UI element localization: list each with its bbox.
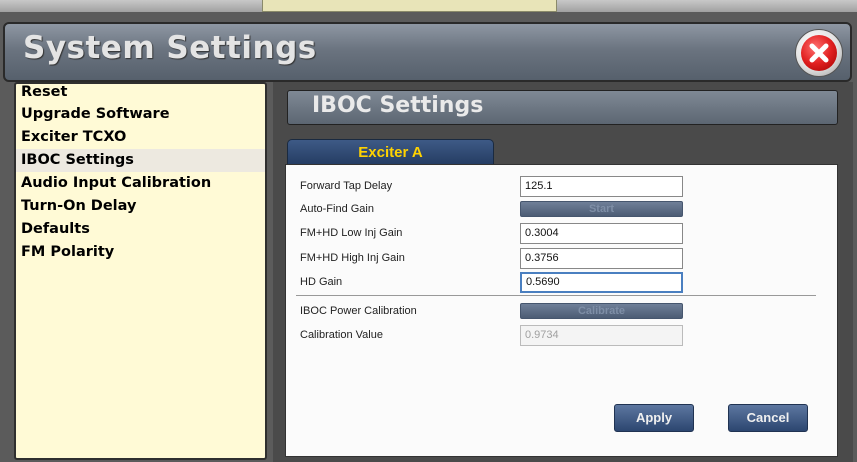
settings-sidebar: Reset Upgrade Software Exciter TCXO IBOC… xyxy=(14,82,267,460)
page-title: IBOC Settings xyxy=(312,93,484,118)
section-divider xyxy=(296,295,816,296)
iboc-power-calibration-label: IBOC Power Calibration xyxy=(300,305,417,317)
page-header: IBOC Settings xyxy=(287,90,838,125)
hd-gain-input[interactable]: 0.5690 xyxy=(520,272,683,293)
sidebar-item-turn-on-delay[interactable]: Turn-On Delay xyxy=(16,195,265,218)
fm-hd-low-inj-gain-input[interactable]: 0.3004 xyxy=(520,223,683,244)
sidebar-item-exciter-tcxo[interactable]: Exciter TCXO xyxy=(16,126,265,149)
forward-tap-delay-input[interactable]: 125.1 xyxy=(520,176,683,197)
fm-hd-high-inj-gain-label: FM+HD High Inj Gain xyxy=(300,252,405,264)
forward-tap-delay-label: Forward Tap Delay xyxy=(300,180,393,192)
start-button[interactable]: Start xyxy=(520,201,683,217)
tab-exciter-a[interactable]: Exciter A xyxy=(287,139,494,165)
cancel-button[interactable]: Cancel xyxy=(728,404,808,432)
title-bar: System Settings xyxy=(3,22,852,82)
hd-gain-label: HD Gain xyxy=(300,276,343,288)
sidebar-item-upgrade-software[interactable]: Upgrade Software xyxy=(16,103,265,126)
close-button[interactable] xyxy=(795,29,843,77)
calibration-value-label: Calibration Value xyxy=(300,329,383,341)
window-title: System Settings xyxy=(23,30,317,66)
system-settings-window: System Settings Reset Upgrade Software E… xyxy=(0,12,857,462)
content-area: IBOC Settings Exciter A Forward Tap Dela… xyxy=(273,82,853,462)
iboc-settings-panel: Forward Tap Delay 125.1 Auto-Find Gain S… xyxy=(285,164,838,457)
sidebar-item-iboc-settings[interactable]: IBOC Settings xyxy=(16,149,265,172)
calibration-value-field: 0.9734 xyxy=(520,325,683,346)
sidebar-item-audio-input-calibration[interactable]: Audio Input Calibration xyxy=(16,172,265,195)
close-icon xyxy=(801,35,837,71)
fm-hd-high-inj-gain-input[interactable]: 0.3756 xyxy=(520,248,683,269)
fm-hd-low-inj-gain-label: FM+HD Low Inj Gain xyxy=(300,227,403,239)
sidebar-item-fm-polarity[interactable]: FM Polarity xyxy=(16,241,265,264)
auto-find-gain-label: Auto-Find Gain xyxy=(300,203,374,215)
background-tab xyxy=(262,0,557,12)
calibrate-button[interactable]: Calibrate xyxy=(520,303,683,319)
apply-button[interactable]: Apply xyxy=(614,404,694,432)
sidebar-item-reset[interactable]: Reset xyxy=(16,85,265,103)
sidebar-item-defaults[interactable]: Defaults xyxy=(16,218,265,241)
